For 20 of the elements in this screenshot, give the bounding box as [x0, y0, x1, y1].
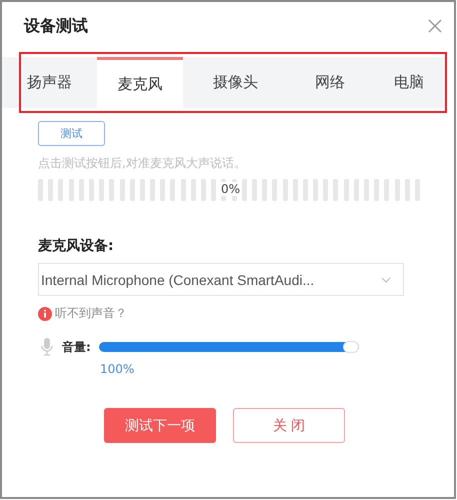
- help-link[interactable]: 听不到声音？: [55, 305, 127, 322]
- tab[interactable]: 麦克风: [97, 57, 183, 108]
- hint-text: 点击测试按钮后,对准麦克风大声说话。: [38, 155, 247, 172]
- tab[interactable]: 网络: [288, 57, 372, 108]
- info-icon: [38, 306, 52, 320]
- tab[interactable]: 扬声器: [2, 57, 97, 108]
- microphone-icon: [41, 338, 53, 356]
- device-label: 麦克风设备:: [38, 237, 115, 255]
- close-button[interactable]: 关 闭: [233, 408, 345, 443]
- device-select[interactable]: Internal Microphone (Conexant SmartAudi...: [38, 263, 404, 296]
- test-button[interactable]: 测试: [38, 121, 105, 146]
- caret-icon: [381, 276, 391, 282]
- tab[interactable]: 电脑: [372, 57, 446, 108]
- meter-reading: 0%: [220, 182, 242, 196]
- volume-label: 音量:: [62, 338, 91, 356]
- window-title: 设备测试: [24, 16, 88, 36]
- tab[interactable]: 摄像头: [183, 57, 288, 108]
- volume-slider[interactable]: [98, 342, 359, 352]
- volume-reading: 100%: [100, 362, 136, 376]
- close-icon[interactable]: [428, 19, 442, 33]
